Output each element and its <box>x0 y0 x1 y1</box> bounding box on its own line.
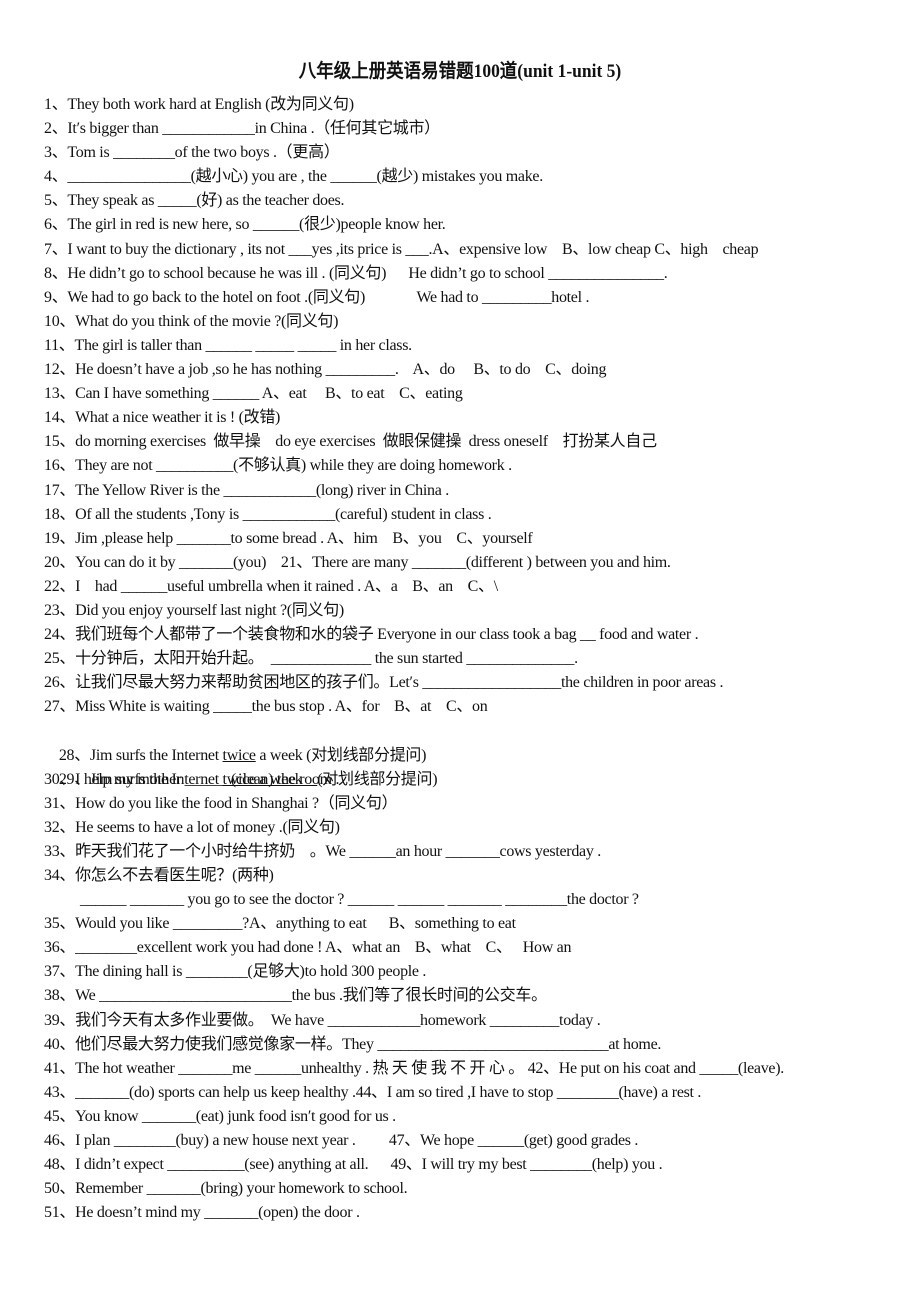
question-2: 2、It′s bigger than ____________in China … <box>44 120 440 138</box>
question-33: 33、昨天我们花了一个小时给牛挤奶 。We ______an hour ____… <box>44 842 601 860</box>
question-34: 34、你怎么不去看医生呢？(两种) <box>44 867 274 884</box>
question-11: 11、The girl is taller than ______ _____ … <box>44 336 412 354</box>
question-20-21: 20、You can do it by _______(you) 21、Ther… <box>44 553 671 571</box>
question-40: 40、他们尽最大努力使我们感觉像家一样。They _______________… <box>44 1035 662 1053</box>
question-1: 1、They both work hard at English (改为同义句) <box>44 96 354 113</box>
question-31: 31、How do you like the food in Shanghai … <box>44 794 398 812</box>
question-30: 30、I help my mother ______(clean) the ro… <box>44 770 340 788</box>
question-13: 13、Can I have something ______ A、eat B、t… <box>44 385 463 403</box>
question-36: 36、________excellent work you had done !… <box>44 939 572 957</box>
question-28-suffix: a week (对划线部分提问) <box>255 746 427 764</box>
question-3: 3、Tom is ________of the two boys .（更高） <box>44 144 340 162</box>
question-43-44: 43、_______(do) sports can help us keep h… <box>44 1083 702 1101</box>
question-12: 12、He doesn’t have a job ,so he has noth… <box>44 361 607 379</box>
question-list: 1、They both work hard at English (改为同义句)… <box>44 93 899 1225</box>
document-title: 八年级上册英语易错题100道(unit 1-unit 5) <box>298 61 622 82</box>
question-26: 26、让我们尽最大努力来帮助贫困地区的孩子们。Let′s ___________… <box>44 674 724 692</box>
question-38: 38、We _________________________the bus .… <box>44 987 547 1005</box>
question-35: 35、Would you like _________?A、anything t… <box>44 915 516 933</box>
question-4: 4、________________(越小心) you are , the __… <box>44 168 543 186</box>
question-10: 10、What do you think of the movie ?(同义句) <box>44 312 339 330</box>
question-41-42: 41、The hot weather _______me ______unhea… <box>44 1059 784 1077</box>
question-25: 25、十分钟后，太阳开始升起。 _____________ the sun st… <box>44 650 578 668</box>
question-28: 28、Jim surfs the Internet twice a week (… <box>44 719 899 764</box>
question-37: 37、The dining hall is ________(足够大)to ho… <box>44 963 427 981</box>
question-14: 14、What a nice weather it is ! (改错) <box>44 409 281 427</box>
question-8: 8、He didn’t go to school because he was … <box>44 264 668 282</box>
question-9: 9、We had to go back to the hotel on foot… <box>44 288 590 306</box>
question-24: 24、我们班每个人都带了一个装食物和水的袋子 Everyone in our c… <box>44 626 699 644</box>
question-48-49: 48、I didn’t expect __________(see) anyth… <box>44 1156 663 1174</box>
question-34-answer-line: ______ _______ you go to see the doctor … <box>80 891 639 909</box>
question-23: 23、Did you enjoy yourself last night ?(同… <box>44 601 344 619</box>
question-18: 18、Of all the students ,Tony is ________… <box>44 505 492 523</box>
question-6: 6、The girl in red is new here, so ______… <box>44 216 446 234</box>
question-28-underlined: twice <box>222 746 256 764</box>
question-51: 51、He doesn’t mind my _______(open) the … <box>44 1204 360 1222</box>
question-27: 27、Miss White is waiting _____the bus st… <box>44 698 488 716</box>
question-5: 5、They speak as _____(好) as the teacher … <box>44 192 345 210</box>
question-45: 45、You know _______(eat) junk food isn′t… <box>44 1107 396 1125</box>
question-17: 17、The Yellow River is the ____________(… <box>44 481 449 499</box>
question-16: 16、They are not __________(不够认真) while t… <box>44 457 512 475</box>
question-7: 7、I want to buy the dictionary , its not… <box>44 240 759 258</box>
question-32: 32、He seems to have a lot of money .(同义句… <box>44 818 340 836</box>
question-15: 15、do morning exercises 做早操 do eye exerc… <box>44 433 657 451</box>
question-50: 50、Remember _______(bring) your homework… <box>44 1180 408 1198</box>
question-22: 22、I had ______useful umbrella when it r… <box>44 577 498 595</box>
question-46-47: 46、I plan ________(buy) a new house next… <box>44 1132 639 1150</box>
question-28-prefix: 28、Jim surfs the Internet <box>58 746 223 764</box>
question-19: 19、Jim ,please help _______to some bread… <box>44 529 533 547</box>
question-39: 39、我们今天有太多作业要做。 We have ____________home… <box>44 1011 601 1029</box>
